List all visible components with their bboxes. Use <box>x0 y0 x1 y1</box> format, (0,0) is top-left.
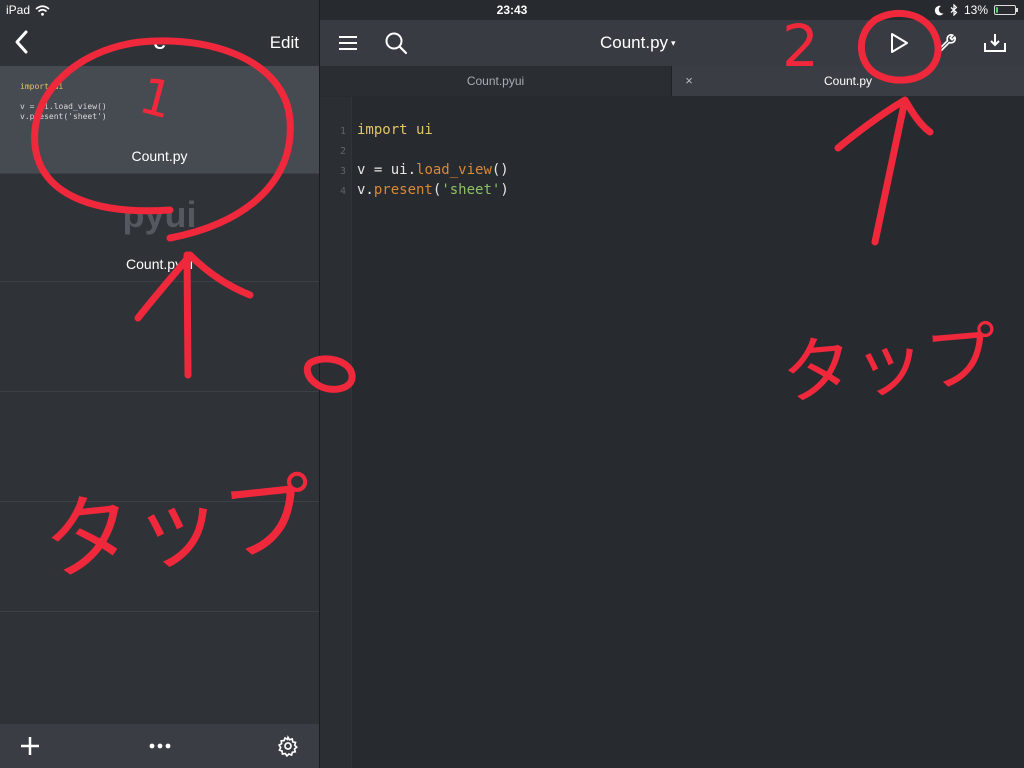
file-preview: import ui v = ui.load_view() v.present('… <box>20 82 107 121</box>
line-number-gutter: 1 2 3 4 <box>320 97 352 768</box>
tab-count-py[interactable]: Count.py <box>672 66 1024 96</box>
download-tray-icon <box>984 34 1006 52</box>
wrench-icon <box>937 34 956 53</box>
plus-icon <box>21 737 39 755</box>
file-name: Count.pyui <box>126 256 193 272</box>
file-item-count-py[interactable]: import ui v = ui.load_view() v.present('… <box>0 66 319 174</box>
line-number: 4 <box>339 186 346 197</box>
clock: 23:43 <box>496 3 528 17</box>
edit-button[interactable]: Edit <box>270 33 299 53</box>
run-button[interactable] <box>884 28 914 58</box>
file-name: Count.py <box>131 148 188 164</box>
empty-list-row <box>0 502 319 612</box>
sidebar-navbar: C Edit <box>0 20 319 66</box>
editor-title-menu[interactable]: Count.py ▾ <box>600 33 676 53</box>
play-icon <box>891 33 908 53</box>
code-line: v = ui.load_view() <box>357 162 509 178</box>
empty-list-row <box>0 282 319 392</box>
ellipsis-icon <box>149 743 171 749</box>
editor-tab-bar: Count.pyui Count.py × <box>320 66 1024 96</box>
line-number: 2 <box>339 146 346 157</box>
close-tab-button[interactable]: × <box>682 66 696 96</box>
sidebar-toolbar <box>0 724 319 768</box>
tab-count-pyui[interactable]: Count.pyui <box>320 66 672 96</box>
code-editor[interactable]: 1 2 3 4 import ui v = ui.load_view() v.p… <box>320 97 1024 768</box>
gear-icon <box>277 735 298 757</box>
bluetooth-icon <box>950 4 958 16</box>
battery-percent: 13% <box>963 3 988 17</box>
tools-button[interactable] <box>932 28 962 58</box>
search-button[interactable] <box>381 28 411 58</box>
code-line: v.present('sheet') <box>357 182 509 198</box>
more-options-button[interactable] <box>144 724 176 768</box>
share-button[interactable] <box>980 28 1010 58</box>
pyui-file-icon: pyui <box>122 194 197 235</box>
status-bar: iPad 23:43 13% <box>0 0 1024 20</box>
file-list: import ui v = ui.load_view() v.present('… <box>0 66 319 612</box>
line-number: 3 <box>339 166 346 177</box>
editor-title: Count.py <box>600 33 669 52</box>
add-file-button[interactable] <box>14 724 46 768</box>
line-number: 1 <box>339 126 346 137</box>
caret-down-icon: ▾ <box>671 38 676 49</box>
hamburger-icon <box>339 36 357 50</box>
moon-icon <box>934 5 944 15</box>
empty-list-row <box>0 392 319 502</box>
battery-icon <box>994 5 1018 15</box>
editor-toolbar: Count.py ▾ <box>320 20 1024 66</box>
file-item-count-pyui[interactable]: pyui Count.pyui <box>0 174 319 282</box>
file-browser-sidebar: C Edit import ui v = ui.load_view() v.pr… <box>0 0 319 768</box>
menu-button[interactable] <box>333 28 363 58</box>
search-icon <box>385 32 408 55</box>
settings-button[interactable] <box>272 724 304 768</box>
battery-level <box>996 7 999 13</box>
code-line: import ui <box>357 122 433 138</box>
